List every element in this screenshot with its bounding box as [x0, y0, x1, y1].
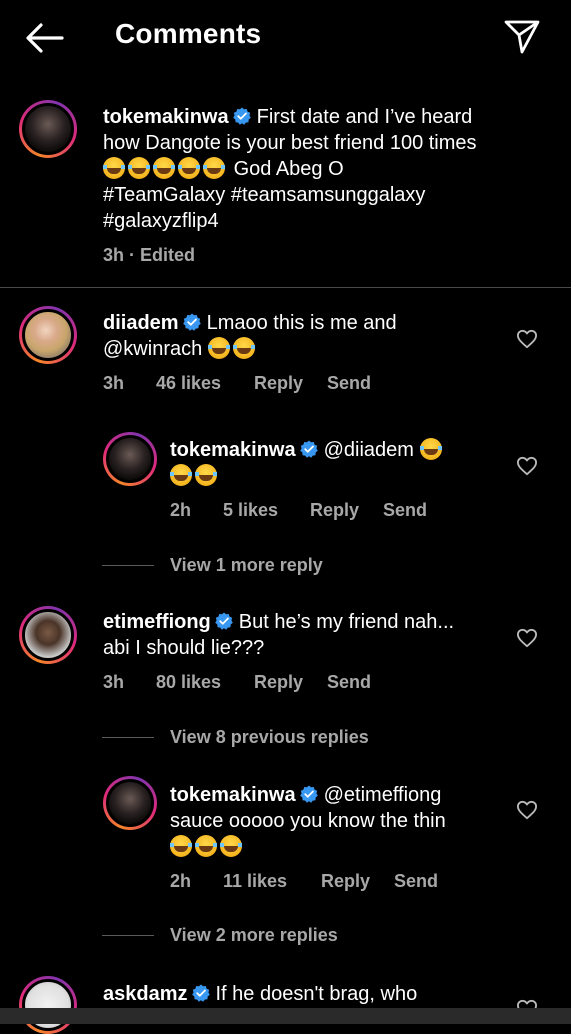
reply-meta: 2h 11 likes Reply Send [170, 871, 438, 892]
divider [0, 287, 571, 288]
reply-button[interactable]: Reply [321, 871, 394, 892]
reply-username[interactable]: tokemakinwa [170, 784, 296, 806]
view-replies-label: View 8 previous replies [170, 727, 369, 747]
tears-of-joy-emoji-icon [419, 438, 442, 460]
avatar[interactable] [103, 432, 157, 486]
tears-of-joy-emoji-icon [170, 835, 192, 857]
avatar-image [106, 435, 154, 483]
likes-count[interactable]: 46 likes [156, 373, 254, 394]
tears-of-joy-emoji-icon [103, 157, 125, 179]
header-bar: Comments [0, 0, 571, 76]
reply-line-2: sauce ooooo you know the thin [170, 810, 446, 832]
divider [102, 737, 154, 738]
tears-of-joy-emoji-icon [170, 464, 192, 486]
comment-username[interactable]: askdamz [103, 983, 188, 1005]
comment-username[interactable]: etimeffiong [103, 611, 211, 633]
likes-count[interactable]: 5 likes [223, 500, 310, 521]
comment-username[interactable]: diiadem [103, 312, 179, 334]
caption-text: tokemakinwa First date and I’ve heard how… [103, 104, 543, 234]
mention-link[interactable]: @etimeffiong [324, 784, 442, 806]
reply-button[interactable]: Reply [254, 672, 327, 693]
send-button[interactable]: Send [327, 672, 371, 693]
mention-link[interactable]: @diiadem [324, 439, 414, 461]
tears-of-joy-emoji-icon [195, 464, 217, 486]
avatar[interactable] [19, 306, 77, 364]
caption-line-2: how Dangote is your best friend 100 time… [103, 132, 477, 154]
heart-icon[interactable] [516, 456, 538, 476]
reply-time: 2h [170, 500, 192, 520]
comment-line-2: abi I should lie??? [103, 637, 265, 659]
heart-icon[interactable] [516, 329, 538, 349]
comment-time: 3h [103, 373, 125, 393]
tears-of-joy-emoji-icon [195, 835, 217, 857]
caption-meta: 3h · Edited [103, 245, 196, 265]
caption-hashtags[interactable]: #TeamGalaxy #teamsamsunggalaxy [103, 184, 425, 206]
caption-hashtag[interactable]: #galaxyzflip4 [103, 210, 219, 232]
divider [102, 565, 154, 566]
verified-badge-icon [191, 984, 210, 1002]
tears-of-joy-emoji-icon [178, 157, 200, 179]
verified-badge-icon [299, 440, 318, 458]
view-replies-label: View 2 more replies [170, 925, 338, 945]
reply-text: tokemakinwa @etimeffiong sauce ooooo you … [170, 782, 500, 860]
verified-badge-icon [214, 612, 233, 630]
share-button[interactable] [503, 18, 541, 56]
comment-text: etimeffiong But he’s my friend nah... abi… [103, 609, 503, 661]
avatar-image [22, 609, 74, 661]
comment-time: 3h [103, 672, 125, 692]
caption-line-3: God Abeg O [233, 158, 344, 180]
reply-button[interactable]: Reply [310, 500, 383, 521]
view-more-replies-button[interactable]: View 1 more reply [102, 555, 323, 576]
caption-line-1: First date and I’ve heard [256, 106, 473, 128]
tears-of-joy-emoji-icon [207, 337, 230, 359]
avatar[interactable] [19, 606, 77, 664]
comment-meta: 3h 80 likes Reply Send [103, 672, 371, 693]
comment-line-1: Lmaoo this is me and [206, 312, 397, 334]
likes-count[interactable]: 80 likes [156, 672, 254, 693]
avatar-image [22, 309, 74, 361]
avatar[interactable] [103, 776, 157, 830]
avatar[interactable] [19, 976, 77, 1034]
comment-input-bar[interactable] [0, 1008, 571, 1024]
tears-of-joy-emoji-icon [203, 157, 225, 179]
comment-meta: 3h 46 likes Reply Send [103, 373, 371, 394]
heart-icon[interactable] [516, 628, 538, 648]
back-button[interactable] [24, 20, 64, 56]
view-more-replies-button[interactable]: View 2 more replies [102, 925, 338, 946]
verified-badge-icon [232, 107, 251, 125]
reply-text: tokemakinwa @diiadem [170, 437, 490, 489]
arrow-left-icon [26, 23, 64, 53]
page-title: Comments [115, 18, 262, 49]
send-button[interactable]: Send [327, 373, 371, 394]
send-button[interactable]: Send [383, 500, 427, 521]
comment-line-1: If he doesn't brag, who [215, 983, 418, 1005]
reply-time: 2h [170, 871, 192, 891]
avatar[interactable] [19, 100, 77, 158]
comment-line-1: But he’s my friend nah... [238, 611, 455, 633]
comment-text: askdamz If he doesn't brag, who [103, 981, 503, 1007]
view-previous-replies-button[interactable]: View 8 previous replies [102, 727, 369, 748]
likes-count[interactable]: 11 likes [223, 871, 321, 892]
reply-button[interactable]: Reply [254, 373, 327, 394]
divider [102, 935, 154, 936]
view-replies-label: View 1 more reply [170, 555, 323, 575]
tears-of-joy-emoji-icon [220, 835, 242, 857]
send-button[interactable]: Send [394, 871, 438, 892]
paper-plane-icon [504, 20, 540, 54]
mention-link[interactable]: @kwinrach [103, 338, 202, 360]
verified-badge-icon [299, 785, 318, 803]
heart-icon[interactable] [516, 800, 538, 820]
tears-of-joy-emoji-icon [232, 337, 255, 359]
verified-badge-icon [182, 313, 201, 331]
reply-meta: 2h 5 likes Reply Send [170, 500, 427, 521]
comment-text: diiadem Lmaoo this is me and @kwinrach [103, 310, 503, 362]
tears-of-joy-emoji-icon [128, 157, 150, 179]
avatar-image [22, 103, 74, 155]
caption-username[interactable]: tokemakinwa [103, 106, 229, 128]
tears-of-joy-emoji-icon [153, 157, 175, 179]
avatar-image [106, 779, 154, 827]
reply-username[interactable]: tokemakinwa [170, 439, 296, 461]
